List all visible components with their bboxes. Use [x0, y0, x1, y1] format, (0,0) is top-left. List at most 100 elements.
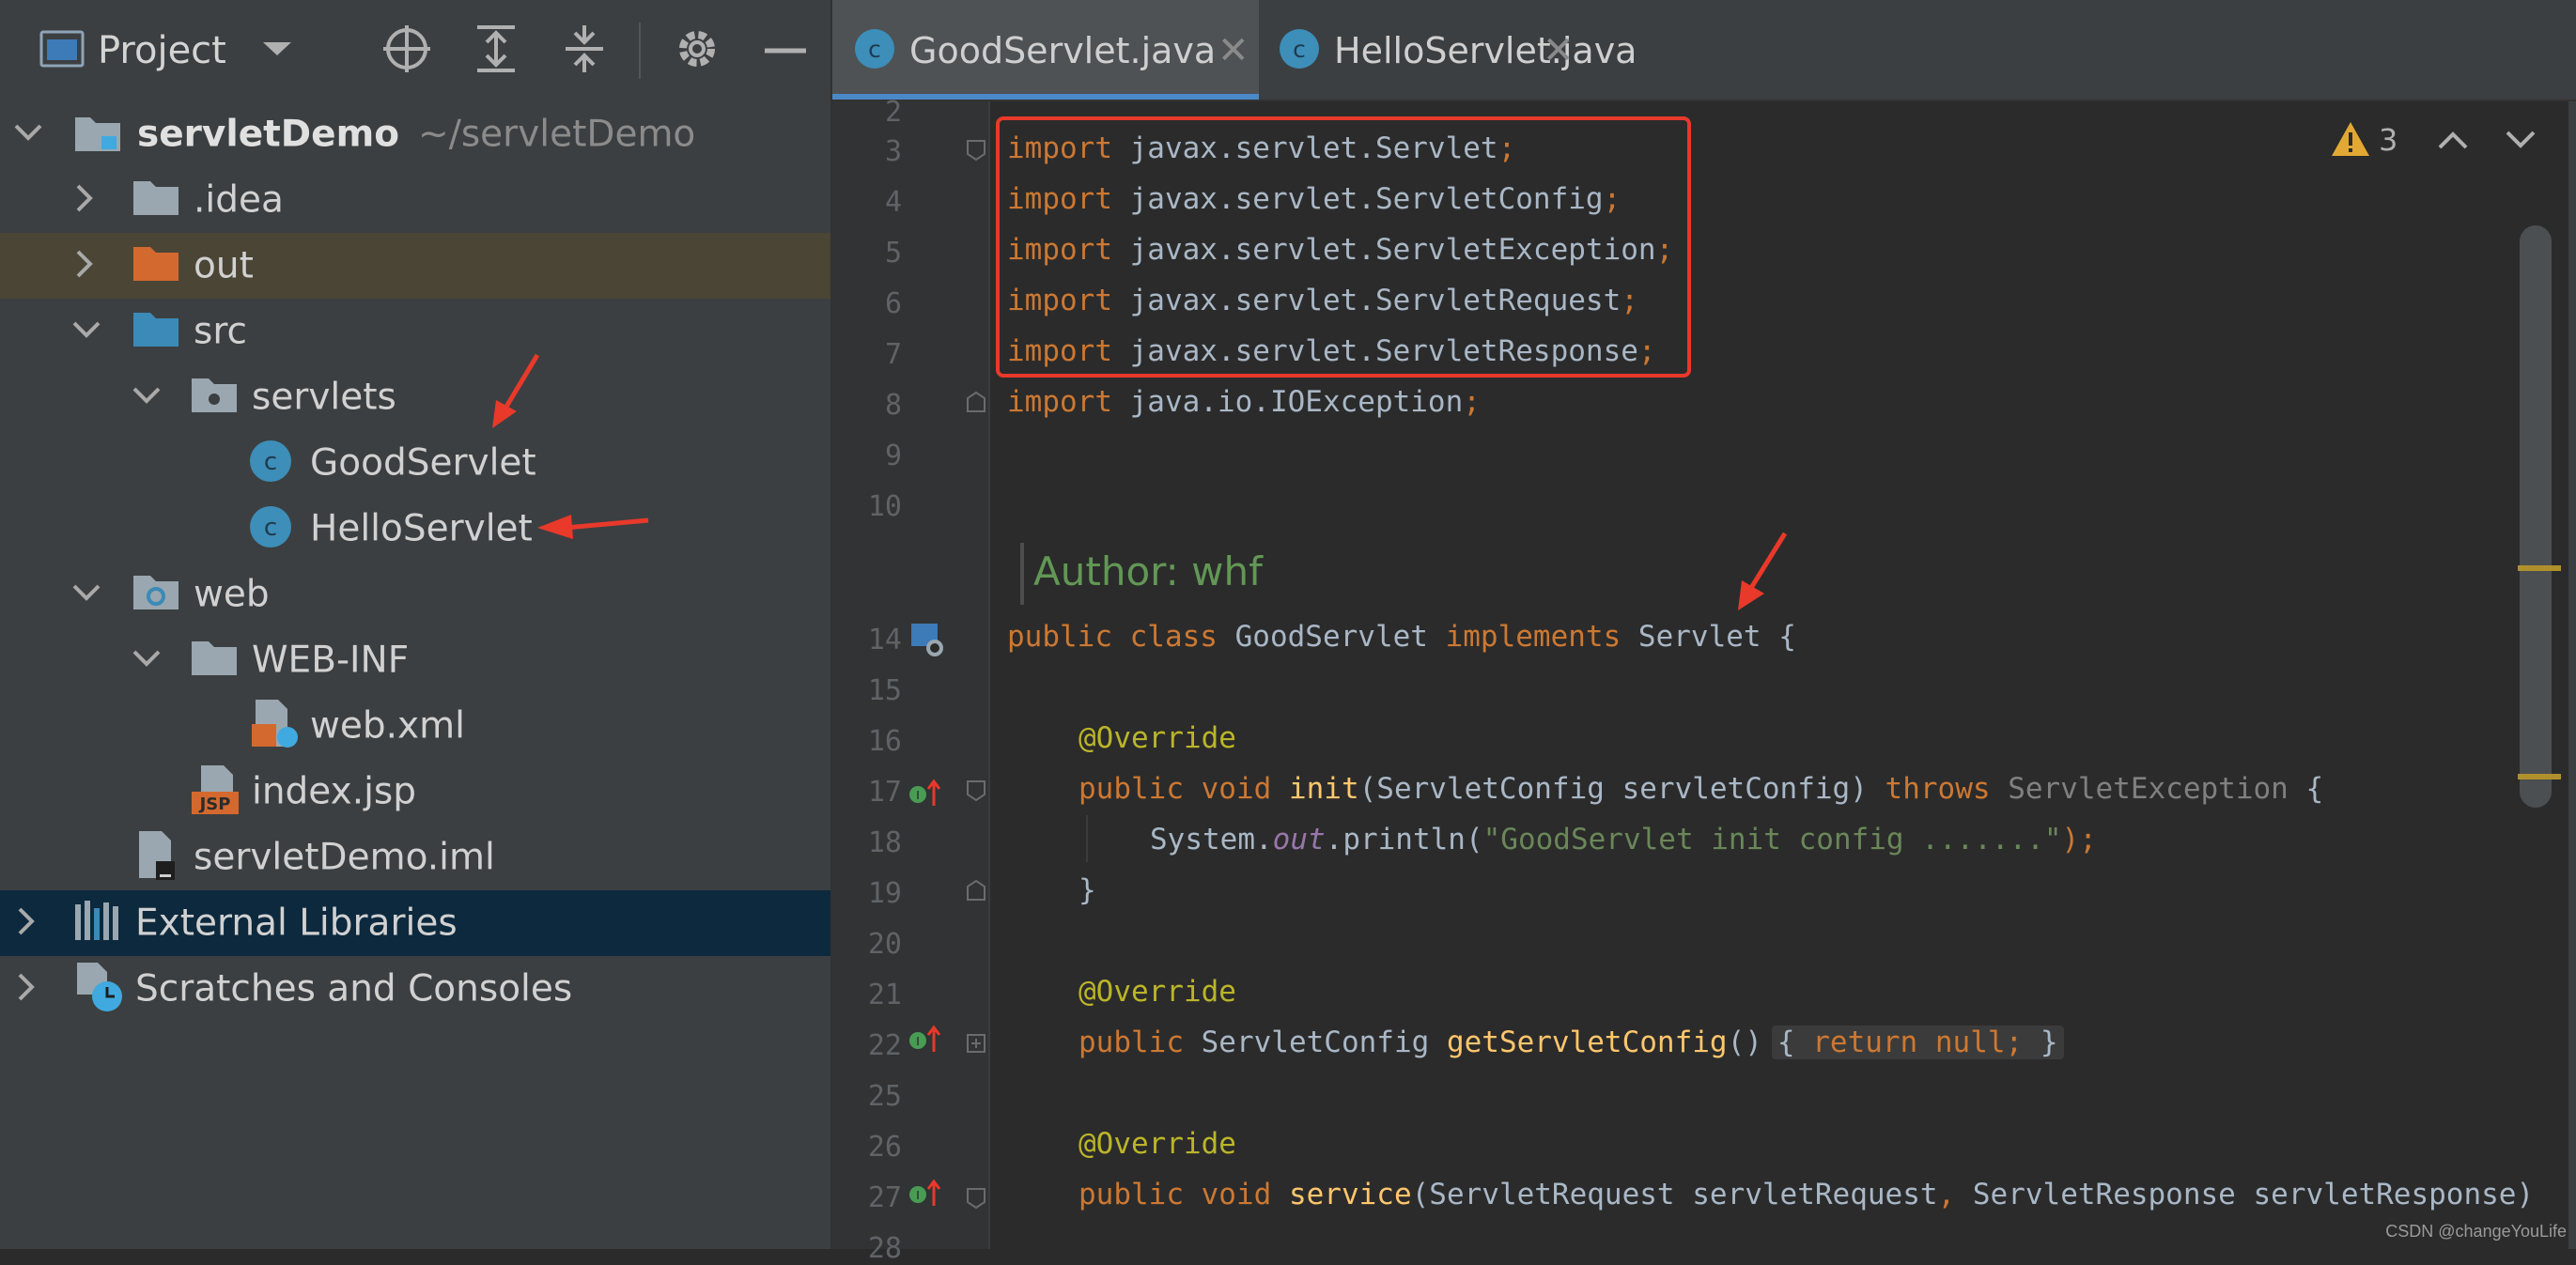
line-number: 10: [867, 490, 902, 523]
chevron-right-icon[interactable]: [75, 183, 94, 217]
tree-item-label: src: [194, 310, 247, 353]
tree-item-helloservlet[interactable]: c HelloServlet: [0, 496, 830, 562]
locate-crosshair-icon[interactable]: [381, 23, 432, 78]
previous-highlight-icon[interactable]: [2437, 130, 2469, 154]
chevron-down-icon[interactable]: [71, 320, 101, 343]
tree-item-label: HelloServlet: [310, 507, 533, 550]
line-number: 14: [867, 624, 902, 656]
java-class-icon: c: [1278, 27, 1321, 74]
collapse-all-icon[interactable]: [562, 23, 607, 78]
folder-icon: [132, 179, 180, 221]
tree-item-label: Scratches and Consoles: [135, 967, 573, 1010]
line-number: 26: [867, 1131, 902, 1164]
line-number: 17: [867, 776, 902, 809]
tree-item-servlets[interactable]: servlets: [0, 364, 830, 430]
project-view-icon[interactable]: [39, 30, 85, 71]
implements-gutter-icon[interactable]: I: [908, 778, 945, 813]
servlet-class-gutter-icon[interactable]: [909, 622, 947, 663]
editor-right-edge: [2568, 101, 2576, 1249]
chevron-down-icon[interactable]: [132, 649, 162, 671]
chevron-down-icon[interactable]: [71, 583, 101, 606]
chevron-down-icon[interactable]: [261, 39, 293, 62]
expand-fold-icon[interactable]: [966, 1033, 986, 1057]
implements-gutter-icon[interactable]: I: [908, 1024, 945, 1059]
line-number: 20: [867, 928, 902, 961]
fold-marker-icon[interactable]: [966, 391, 986, 417]
code-line-19: }: [1079, 873, 1096, 907]
line-number-gutter[interactable]: 2 3 4 5 6 7 8 9 10 14 15 16 17 18 19 20 …: [832, 96, 990, 1265]
fold-marker-icon[interactable]: [966, 1187, 986, 1213]
line-number: 27: [867, 1181, 902, 1214]
library-icon: [73, 901, 120, 946]
tree-item-web[interactable]: web: [0, 562, 830, 627]
next-highlight-icon[interactable]: [2505, 130, 2537, 154]
svg-text:c: c: [264, 514, 277, 542]
editor-tab-bar: c GoodServlet.java ✕ c HelloServlet.java…: [832, 0, 2576, 101]
line-number: 16: [867, 725, 902, 758]
tree-item-servletdemo-iml[interactable]: servletDemo.iml: [0, 825, 830, 890]
scrollbar-warning-marker[interactable]: [2518, 565, 2561, 571]
expand-all-icon[interactable]: [473, 23, 519, 78]
line-number: 19: [867, 877, 902, 910]
source-folder-icon: [132, 311, 180, 352]
tree-item-web-inf[interactable]: WEB-INF: [0, 627, 830, 693]
tab-label: HelloServlet.java: [1334, 30, 1637, 71]
tree-item-scratches[interactable]: Scratches and Consoles: [0, 956, 830, 1022]
gear-icon[interactable]: [673, 24, 722, 77]
implements-gutter-icon[interactable]: I: [908, 1178, 945, 1213]
scrollbar-warning-marker[interactable]: [2518, 774, 2561, 779]
chevron-right-icon[interactable]: [17, 906, 36, 940]
tree-item-idea[interactable]: .idea: [0, 167, 830, 233]
svg-text:I: I: [916, 1035, 920, 1048]
tree-item-servletdemo[interactable]: servletDemo ~/servletDemo: [0, 101, 830, 167]
project-title[interactable]: Project: [98, 29, 226, 72]
annotation-highlight-box: [996, 116, 1691, 378]
tab-label: GoodServlet.java: [909, 30, 1217, 71]
code-line-16: @Override: [1079, 721, 1236, 755]
fold-marker-icon[interactable]: [966, 779, 986, 806]
excluded-folder-icon: [132, 245, 180, 286]
tree-item-src[interactable]: src: [0, 299, 830, 364]
warning-count: 3: [2379, 122, 2398, 158]
chevron-down-icon[interactable]: [132, 386, 162, 409]
tree-item-web-xml[interactable]: web.xml: [0, 693, 830, 759]
svg-text:c: c: [868, 36, 881, 63]
tree-item-goodservlet[interactable]: c GoodServlet: [0, 430, 830, 496]
iml-file-icon: [133, 829, 180, 886]
warning-icon[interactable]: [2330, 120, 2371, 162]
tree-item-label: External Libraries: [135, 902, 458, 945]
chevron-right-icon[interactable]: [75, 249, 94, 283]
tree-item-label: web.xml: [310, 704, 465, 748]
tree-item-label: servletDemo.iml: [194, 836, 495, 879]
close-icon[interactable]: ✕: [1543, 29, 1575, 72]
close-icon[interactable]: ✕: [1218, 29, 1249, 72]
tree-item-label: .idea: [194, 178, 284, 222]
tree-item-external-libraries[interactable]: External Libraries: [0, 890, 830, 956]
tree-item-index-jsp[interactable]: JSP index.jsp: [0, 759, 830, 825]
package-icon: [190, 377, 239, 418]
svg-text:c: c: [1293, 36, 1306, 63]
tab-goodservlet[interactable]: c GoodServlet.java ✕: [832, 0, 1259, 100]
watermark: CSDN @changeYouLife: [2385, 1222, 2567, 1241]
line-number: 22: [867, 1029, 902, 1062]
doc-comment-author[interactable]: Author: whf: [1033, 548, 1263, 594]
java-class-icon: c: [248, 439, 293, 487]
code-line-14: public class GoodServlet implements Serv…: [1007, 620, 1796, 654]
code-line-21: @Override: [1079, 975, 1236, 1009]
minimize-icon[interactable]: [765, 42, 806, 60]
vertical-scrollbar[interactable]: [2520, 225, 2552, 808]
line-number: 18: [867, 826, 902, 859]
chevron-right-icon[interactable]: [17, 972, 36, 1006]
project-panel: Project servletDemo ~/servletDemo .idea …: [0, 0, 832, 1249]
tab-helloservlet[interactable]: c HelloServlet.java ✕: [1261, 0, 1637, 100]
module-folder-icon: [73, 112, 122, 157]
web-folder-icon: [132, 574, 180, 615]
tree-item-out[interactable]: out: [0, 233, 830, 299]
xml-file-icon: [248, 698, 301, 754]
svg-text:I: I: [916, 1189, 920, 1202]
tree-item-label: servletDemo: [137, 113, 400, 156]
fold-marker-icon[interactable]: [966, 879, 986, 905]
line-number: 21: [867, 979, 902, 1011]
chevron-down-icon[interactable]: [13, 123, 43, 146]
fold-marker-icon[interactable]: [966, 139, 986, 165]
